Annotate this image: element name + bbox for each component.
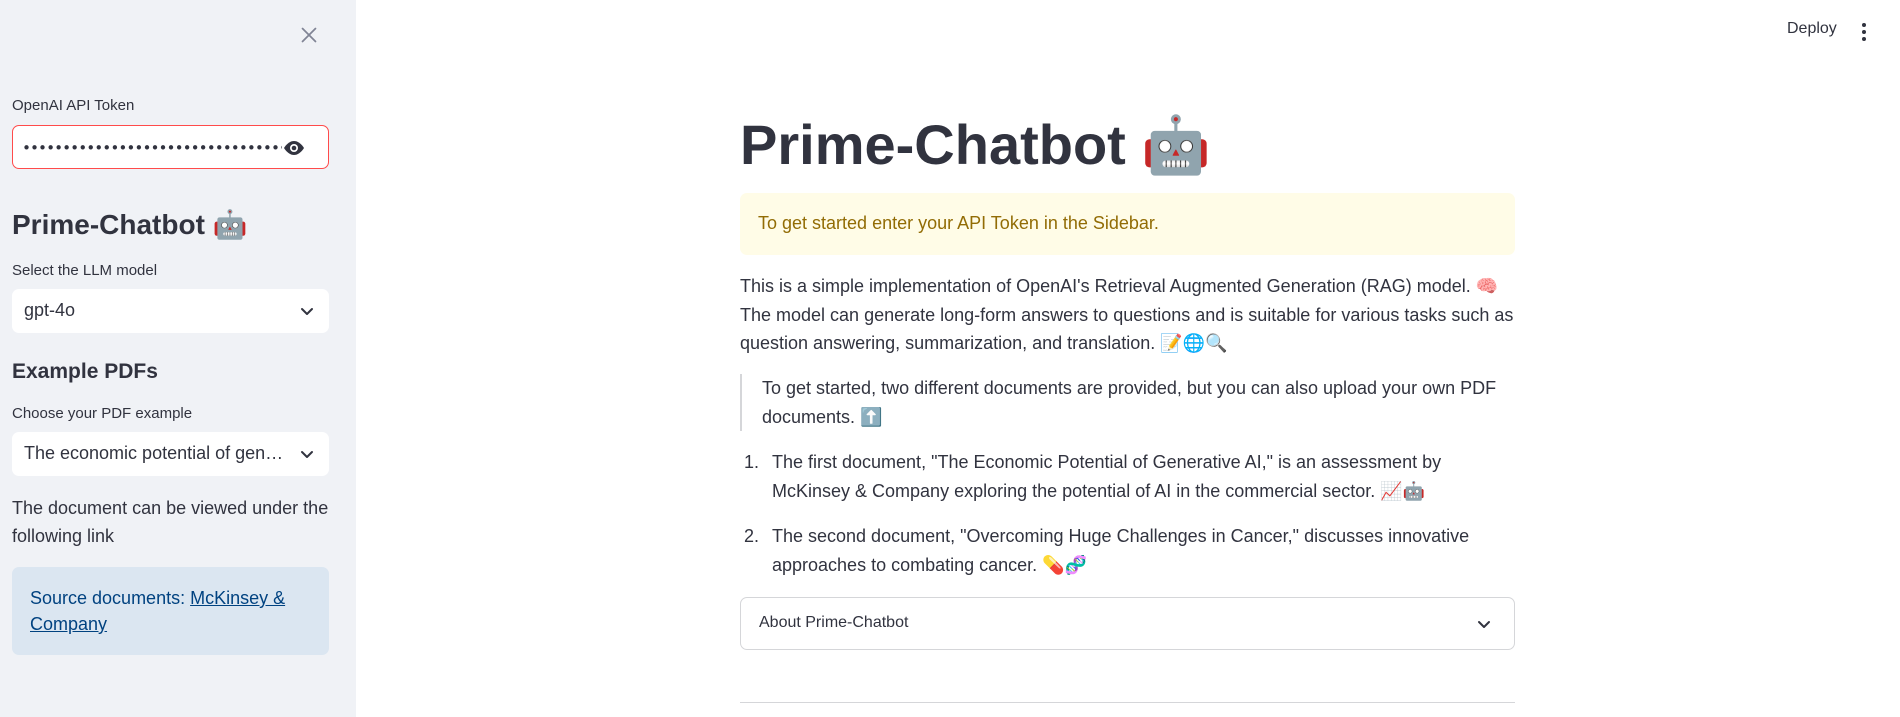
close-sidebar-button[interactable] [296,22,322,48]
list-text: The second document, "Overcoming Huge Ch… [772,526,1470,575]
about-expander[interactable]: About Prime-Chatbot [740,597,1515,650]
about-expander-label: About Prime-Chatbot [759,614,909,631]
model-select-label: Select the LLM model [12,262,158,279]
api-token-warning: To get started enter your API Token in t… [740,193,1515,255]
close-icon [301,27,317,43]
deploy-button[interactable]: Deploy [1787,20,1837,38]
pdf-select-value: The economic potential of generative AI [24,443,284,463]
eye-icon[interactable] [282,138,306,158]
sidebar: OpenAI API Token Prime-Chatbot 🤖 Select … [0,0,356,717]
list-text: The first document, "The Economic Potent… [772,452,1442,501]
chevron-down-icon [1478,621,1490,628]
divider [740,702,1515,703]
getting-started-quote: To get started, two different documents … [740,374,1515,431]
sidebar-title: Prime-Chatbot 🤖 [12,209,248,240]
model-select-value: gpt-4o [24,300,76,320]
model-select[interactable]: gpt-4o [12,289,329,333]
intro-paragraph: This is a simple implementation of OpenA… [740,276,1514,353]
document-note: The document can be viewed under the fol… [12,498,329,546]
example-pdfs-heading: Example PDFs [12,360,158,383]
source-prefix: Source documents: [30,588,191,608]
list-number: 2. [744,526,760,546]
pdf-select[interactable]: The economic potential of generative AI [12,432,329,476]
api-token-input[interactable] [22,136,282,160]
pdf-select-label: Choose your PDF example [12,405,193,422]
page-title: Prime-Chatbot 🤖 [740,113,1212,176]
chevron-down-icon [301,308,313,315]
chevron-down-icon [301,451,313,458]
list-number: 1. [744,452,760,472]
kebab-menu-icon[interactable] [1854,20,1874,44]
api-token-label: OpenAI API Token [12,97,135,114]
source-info-box: Source documents: McKinsey & Company [12,567,329,655]
api-token-field[interactable] [12,125,329,169]
